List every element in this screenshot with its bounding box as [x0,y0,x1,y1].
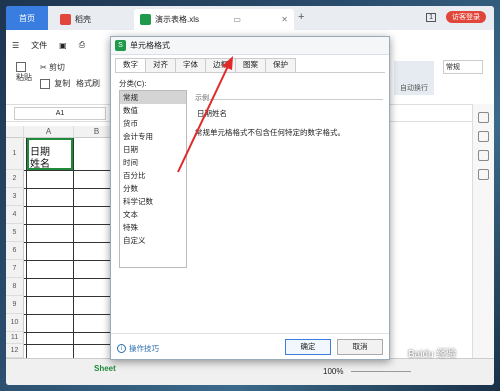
annotation-arrow [177,56,233,173]
arrow-head [222,56,233,70]
arrow-line [177,63,230,173]
watermark: Baidu 经验 [408,349,457,360]
